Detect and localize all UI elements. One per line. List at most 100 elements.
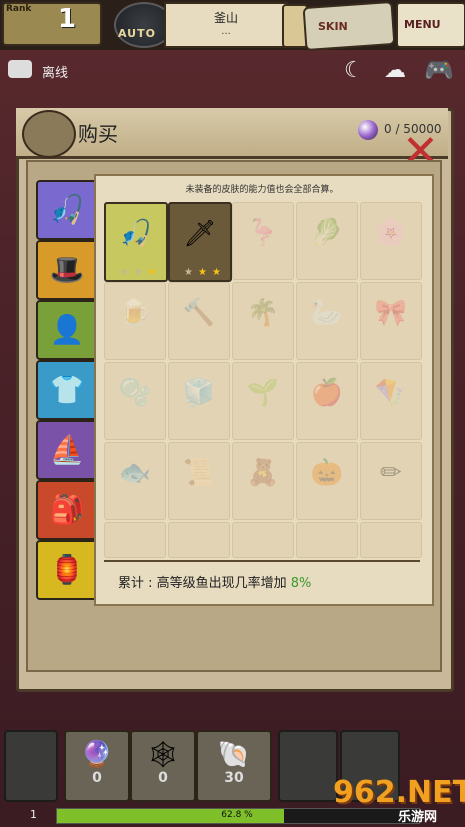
skin-cell-partial[interactable] (360, 522, 422, 558)
skin-cell[interactable]: 🌴 (232, 282, 294, 360)
boat-icon: ⛵ (49, 433, 85, 466)
level-label: 1 (30, 808, 37, 821)
gamepad-icon[interactable]: 🎮 (424, 56, 454, 84)
skin-cell-partial[interactable] (168, 522, 230, 558)
rod-skin-8-icon: 🌴 (246, 298, 280, 328)
skin-cell[interactable]: 🗡 ★ ★ ★ (168, 202, 232, 282)
skin-cell[interactable]: 🪁 (360, 362, 422, 440)
rod-skin-15-icon: 🪁 (374, 378, 408, 408)
lock-slot-left[interactable] (4, 730, 58, 802)
rod-skin-1-icon: 🎣 (119, 219, 153, 249)
star-icon: ★ (198, 267, 207, 278)
rank-value: 1 (58, 4, 77, 34)
star-icon: ★ (212, 267, 221, 278)
menu-label: MENU (404, 18, 441, 31)
watermark-sub: 乐游网 (398, 810, 438, 825)
rod-skin-6-icon: 🍺 (118, 298, 152, 328)
bag-icon: 🎒 (49, 493, 85, 526)
skin-cell-partial[interactable] (232, 522, 294, 558)
tab-shirt[interactable]: 👕 (36, 360, 98, 420)
skin-cell[interactable]: 🍺 (104, 282, 166, 360)
chat-icon[interactable] (8, 60, 32, 78)
rod-skin-3-icon: 🦩 (246, 218, 280, 248)
summary-label: 累计 : 高等级鱼出现几率增加 (118, 576, 291, 591)
web-slot-count: 0 (158, 770, 168, 786)
web-slot[interactable]: 🕸 0 (130, 730, 196, 802)
popup-note: 未装备的皮肤的能力值也会全部合算。 (185, 185, 339, 195)
skin-cell[interactable]: 🌱 (232, 362, 294, 440)
rod-skin-13-icon: 🌱 (246, 378, 280, 408)
skin-cell[interactable]: 🌸 (360, 202, 422, 280)
tab-boat[interactable]: ⛵ (36, 420, 98, 480)
skin-cell[interactable]: 🐟 (104, 442, 166, 520)
hand-icon (22, 110, 76, 158)
exp-progress-text: 62.8 % (221, 810, 253, 820)
skin-cell-partial[interactable] (104, 522, 166, 558)
rod-skin-10-icon: 🎀 (374, 298, 408, 328)
location-sub: ... (221, 26, 231, 37)
rod-skin-5-icon: 🌸 (374, 218, 408, 248)
skin-cell[interactable]: 🫧 (104, 362, 166, 440)
skin-cell[interactable]: 🎃 (296, 442, 358, 520)
star-icon: ★ (148, 267, 157, 278)
shirt-icon: 👕 (49, 373, 85, 406)
star-icon: ★ (184, 267, 193, 278)
rod-skin-12-icon: 🧊 (182, 378, 216, 408)
lock-slot-1[interactable] (278, 730, 338, 802)
skin-cell[interactable]: 🎀 (360, 282, 422, 360)
rod-skin-17-icon: 📜 (182, 458, 216, 488)
tab-hat[interactable]: 🎩 (36, 240, 98, 300)
orb-icon (358, 120, 378, 140)
lantern-icon: 🏮 (49, 553, 85, 586)
orb-slot-icon: 🔮 (80, 740, 114, 770)
shell-slot-icon: 🐚 (217, 740, 251, 770)
location-name: 釜山 (213, 11, 238, 25)
rod-skin-19-icon: 🎃 (310, 458, 344, 488)
skin-cell-partial[interactable] (296, 522, 358, 558)
panel-title: 购买 (78, 122, 118, 146)
rod-skin-9-icon: 🦢 (310, 298, 344, 328)
shell-slot[interactable]: 🐚 30 (196, 730, 272, 802)
tab-lantern[interactable]: 🏮 (36, 540, 98, 600)
star-icon: ★ (120, 267, 129, 278)
rod-skin-20-icon: ✏ (380, 458, 402, 488)
orb-slot[interactable]: 🔮 0 (64, 730, 130, 802)
summary-value: 8% (290, 576, 312, 591)
rod-skin-16-icon: 🐟 (118, 458, 152, 488)
rank-label: Rank (6, 4, 32, 14)
rod-skin-11-icon: 🫧 (118, 378, 152, 408)
skin-cell[interactable]: ✏ (360, 442, 422, 520)
rod-skin-4-icon: 🥬 (310, 218, 344, 248)
fishing-rod-icon: 🎣 (49, 193, 85, 226)
rod-skin-18-icon: 🧸 (246, 458, 280, 488)
watermark-logo: 962.NET (333, 775, 465, 810)
summary-text: 累计 : 高等级鱼出现几率增加 8% (118, 572, 311, 591)
skin-cell[interactable]: 🍎 (296, 362, 358, 440)
tab-hair[interactable]: 👤 (36, 300, 98, 360)
cloud-upload-icon[interactable]: ☁ (384, 58, 406, 83)
skin-button[interactable] (302, 0, 396, 52)
skin-cell[interactable]: 🧸 (232, 442, 294, 520)
skin-cell[interactable]: 🎣 ★ ★ ★ (104, 202, 168, 282)
offline-label: 离线 (42, 66, 69, 81)
web-slot-icon: 🕸 (146, 740, 180, 770)
rod-skin-14-icon: 🍎 (310, 378, 344, 408)
shell-slot-count: 30 (224, 770, 244, 786)
auto-label: AUTO (118, 27, 156, 40)
skin-cell[interactable]: 🔨 (168, 282, 230, 360)
skin-cell[interactable]: 🥬 (296, 202, 358, 280)
star-icon: ★ (134, 267, 143, 278)
tab-fishing-rod[interactable]: 🎣 (36, 180, 98, 240)
skin-cell[interactable]: 🦢 (296, 282, 358, 360)
hat-icon: 🎩 (49, 253, 85, 286)
moon-icon[interactable]: ☾ (344, 58, 364, 83)
skin-cell[interactable]: 🦩 (232, 202, 294, 280)
sword-skin-icon: 🗡 (183, 219, 217, 249)
orb-slot-count: 0 (92, 770, 102, 786)
hair-icon: 👤 (49, 313, 85, 346)
skin-cell[interactable]: 🧊 (168, 362, 230, 440)
skin-label: SKIN (318, 20, 348, 33)
rod-skin-7-icon: 🔨 (182, 298, 216, 328)
skin-cell[interactable]: 📜 (168, 442, 230, 520)
tab-bag[interactable]: 🎒 (36, 480, 98, 540)
